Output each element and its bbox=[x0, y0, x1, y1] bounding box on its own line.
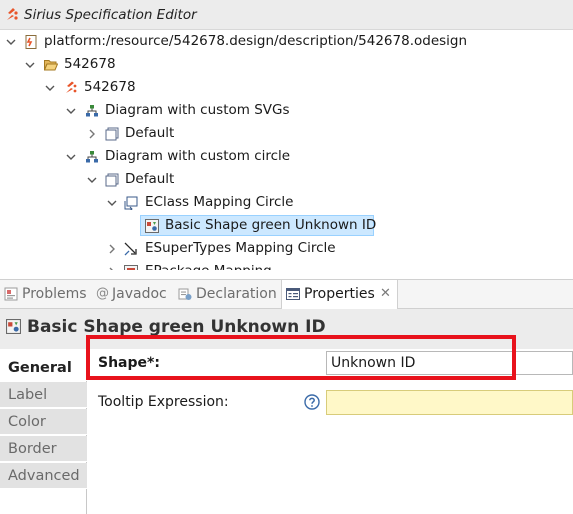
tree-item-default-layer[interactable]: Default bbox=[0, 168, 573, 191]
highlight-annotation bbox=[86, 335, 516, 380]
sirius-logo-icon bbox=[7, 8, 18, 20]
category-tab-general[interactable]: General bbox=[0, 355, 87, 381]
tree-item-eclass-mapping[interactable]: EClass Mapping Circle bbox=[0, 191, 573, 214]
tree-item-diagram-svgs[interactable]: Diagram with custom SVGs bbox=[0, 99, 573, 122]
chevron-down-icon[interactable] bbox=[25, 60, 35, 70]
tree-item-label: platform:/resource/542678.design/descrip… bbox=[44, 33, 468, 49]
close-icon[interactable]: ✕ bbox=[380, 280, 391, 308]
chevron-down-icon[interactable] bbox=[66, 106, 76, 116]
tree-item-odesign[interactable]: platform:/resource/542678.design/descrip… bbox=[0, 30, 573, 53]
layer-icon bbox=[105, 173, 119, 187]
node-mapping-icon bbox=[124, 196, 138, 210]
category-tab-color[interactable]: Color bbox=[0, 409, 87, 435]
help-icon[interactable] bbox=[304, 394, 320, 410]
category-tab-border[interactable]: Border bbox=[0, 436, 87, 462]
tab-label: Properties bbox=[304, 286, 375, 302]
tree-item-label: Default bbox=[125, 125, 175, 141]
chevron-down-icon[interactable] bbox=[45, 83, 55, 93]
chevron-down-icon[interactable] bbox=[66, 152, 76, 162]
tree-item-esupertypes-mapping[interactable]: ESuperTypes Mapping Circle bbox=[0, 237, 573, 260]
editor-title: Sirius Specification Editor bbox=[24, 7, 197, 23]
specification-tree[interactable]: platform:/resource/542678.design/descrip… bbox=[0, 30, 573, 270]
chevron-down-icon[interactable] bbox=[6, 37, 16, 47]
category-tab-label[interactable]: Label bbox=[0, 382, 87, 408]
chevron-down-icon[interactable] bbox=[107, 198, 117, 208]
tree-item-label: Diagram with custom SVGs bbox=[105, 102, 290, 118]
tab-properties[interactable]: Properties ✕ bbox=[281, 280, 398, 309]
editor-header: Sirius Specification Editor bbox=[0, 0, 573, 30]
tree-item-label: EClass Mapping Circle bbox=[145, 194, 294, 210]
tab-label: Problems bbox=[22, 286, 87, 302]
problems-icon bbox=[4, 287, 18, 301]
chevron-down-icon[interactable] bbox=[87, 175, 97, 185]
tree-item-viewpoint[interactable]: 542678 bbox=[0, 76, 573, 99]
tree-item-label: 542678 bbox=[84, 79, 136, 95]
declaration-icon bbox=[178, 288, 192, 300]
properties-title: Basic Shape green Unknown ID bbox=[27, 317, 326, 337]
tab-label: Javadoc bbox=[112, 286, 167, 302]
tree-item-label: Default bbox=[125, 171, 175, 187]
tab-problems[interactable]: Problems bbox=[0, 280, 90, 309]
tree-item-diagram-circle[interactable]: Diagram with custom circle bbox=[0, 145, 573, 168]
edge-mapping-icon bbox=[124, 242, 137, 256]
tree-item-default-layer[interactable]: Default bbox=[0, 122, 573, 145]
tree-item-folder[interactable]: 542678 bbox=[0, 53, 573, 76]
container-mapping-icon bbox=[124, 265, 138, 270]
property-category-tabs: General Label Color Border Advanced bbox=[0, 350, 87, 514]
chevron-right-icon[interactable] bbox=[107, 267, 117, 270]
odesign-file-icon bbox=[25, 35, 37, 49]
chevron-right-icon[interactable] bbox=[87, 129, 97, 139]
tree-item-label: ESuperTypes Mapping Circle bbox=[145, 240, 336, 256]
layer-icon bbox=[105, 127, 119, 141]
view-tab-bar: Problems @ Javadoc Declaration Propertie… bbox=[0, 279, 573, 309]
tree-item-label: Basic Shape green Unknown ID bbox=[165, 217, 377, 233]
tooltip-expression-field[interactable] bbox=[326, 390, 573, 415]
tab-label: Declaration bbox=[196, 286, 277, 302]
tree-item-epackage-mapping[interactable]: EPackage Mapping bbox=[0, 260, 573, 270]
folder-open-icon bbox=[44, 60, 58, 71]
category-tab-advanced[interactable]: Advanced bbox=[0, 463, 87, 489]
chevron-right-icon[interactable] bbox=[107, 244, 117, 254]
tree-item-label: EPackage Mapping bbox=[145, 260, 272, 270]
basic-shape-icon bbox=[145, 219, 159, 233]
diagram-description-icon bbox=[86, 151, 98, 163]
diagram-description-icon bbox=[86, 105, 98, 117]
tab-javadoc[interactable]: @ Javadoc bbox=[94, 280, 172, 309]
tab-declaration[interactable]: Declaration bbox=[176, 280, 280, 309]
properties-icon bbox=[286, 288, 300, 300]
at-icon: @ bbox=[96, 286, 109, 301]
tooltip-expression-label: Tooltip Expression: bbox=[98, 394, 229, 410]
basic-shape-icon bbox=[6, 319, 21, 334]
tree-item-basic-shape[interactable]: Basic Shape green Unknown ID bbox=[0, 214, 573, 237]
tree-item-label: Diagram with custom circle bbox=[105, 148, 291, 164]
sirius-viewpoint-icon bbox=[66, 81, 77, 93]
tree-item-label: 542678 bbox=[64, 56, 116, 72]
